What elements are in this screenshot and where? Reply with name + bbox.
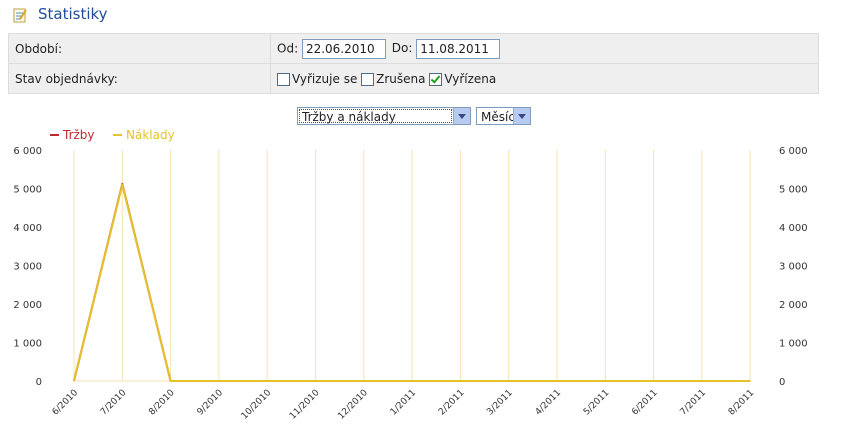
y-tick-label-left: 6 000 <box>13 146 42 157</box>
x-tick-label: 6/2010 <box>51 388 81 418</box>
x-axis: 6/2010 7/2010 8/2010 9/2010 10/2010 11/2010 12… <box>51 388 757 422</box>
chart-legend: Tržby Náklady <box>50 128 175 142</box>
status-checkbox-cancelled[interactable] <box>361 72 375 86</box>
status-label: Stav objednávky: <box>8 63 271 94</box>
y-axis-left: 0 1 000 2 000 3 000 4 000 5 000 6 000 <box>13 146 42 388</box>
status-checkbox-completed[interactable] <box>429 72 443 86</box>
filter-table: Období: Od: 22.06.2010 Do: 11.08.2011 St… <box>8 33 819 94</box>
y-tick-label-right: 4 000 <box>779 223 808 234</box>
period-select[interactable]: Měsíc <box>476 107 531 125</box>
y-axis-right: 0 1 000 2 000 3 000 4 000 5 000 6 000 <box>779 146 808 388</box>
status-cell: Vyřizuje se Zrušena Vyřízena <box>270 63 819 94</box>
y-tick-label-right: 6 000 <box>779 146 808 157</box>
y-tick-label-right: 5 000 <box>779 185 808 196</box>
chevron-down-icon[interactable] <box>513 108 530 124</box>
to-label: Do: <box>391 41 413 55</box>
y-tick-label-left: 5 000 <box>13 185 42 196</box>
y-tick-label-left: 0 <box>36 377 42 388</box>
status-checkbox-processing[interactable] <box>277 72 290 86</box>
metric-select-value: Tržby a náklady <box>302 110 396 124</box>
metric-select[interactable]: Tržby a náklady <box>297 107 471 125</box>
y-tick-label-right: 0 <box>779 377 785 388</box>
x-tick-label: 7/2010 <box>99 388 129 418</box>
x-tick-label: 4/2011 <box>534 388 563 417</box>
x-tick-label: 2/2011 <box>437 388 466 417</box>
chart-grid <box>73 150 751 382</box>
statistics-icon <box>13 8 27 23</box>
period-select-value: Měsíc <box>481 110 515 124</box>
status-label-completed: Vyřízena <box>444 71 497 86</box>
x-tick-label: 6/2011 <box>630 388 659 417</box>
revenue-cost-chart: Tržby Náklady 0 1 000 2 000 3 000 4 000 5 000 6… <box>13 128 808 422</box>
y-tick-label-right: 3 000 <box>779 262 808 273</box>
legend-label: Tržby <box>62 128 95 142</box>
date-from-input[interactable]: 22.06.2010 <box>301 38 386 59</box>
y-tick-label-left: 1 000 <box>13 339 42 350</box>
period-cell: Od: 22.06.2010 Do: 11.08.2011 <box>270 33 819 64</box>
x-tick-label: 8/2011 <box>727 388 756 417</box>
x-tick-label: 1/2011 <box>389 388 418 417</box>
x-tick-label: 3/2011 <box>485 388 514 417</box>
x-tick-label: 7/2011 <box>679 388 708 417</box>
y-tick-label-right: 2 000 <box>779 300 808 311</box>
date-to-input[interactable]: 11.08.2011 <box>416 38 501 59</box>
page-header: Statistiky <box>0 0 853 30</box>
x-tick-label: 9/2010 <box>196 388 226 418</box>
status-label-cancelled: Zrušena <box>376 71 426 86</box>
x-tick-label: 11/2010 <box>288 388 322 422</box>
y-tick-label-left: 4 000 <box>13 223 42 234</box>
x-tick-label: 12/2010 <box>336 388 370 422</box>
page-title: Statistiky <box>38 5 108 23</box>
y-tick-label-right: 1 000 <box>779 339 808 350</box>
x-tick-label: 8/2010 <box>147 388 177 418</box>
y-tick-label-left: 3 000 <box>13 262 42 273</box>
y-tick-label-left: 2 000 <box>13 300 42 311</box>
legend-label: Náklady <box>126 128 175 142</box>
period-label: Období: <box>8 33 271 64</box>
status-label-processing: Vyřizuje se <box>292 71 358 86</box>
from-label: Od: <box>277 41 299 55</box>
x-tick-label: 10/2010 <box>240 388 274 422</box>
x-tick-label: 5/2011 <box>582 388 611 417</box>
chevron-down-icon[interactable] <box>453 108 470 124</box>
